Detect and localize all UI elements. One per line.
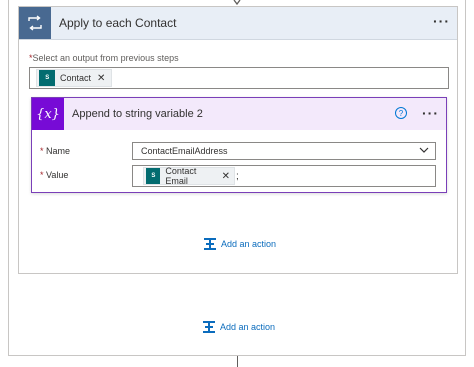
remove-token-close-icon[interactable]: ✕	[97, 73, 105, 84]
variable-name-select[interactable]: ContactEmailAddress	[132, 142, 436, 160]
append-to-string-variable-card: {x} Append to string variable 2 ? ··· * …	[31, 97, 447, 193]
append-variable-title: Append to string variable 2	[72, 108, 203, 120]
variable-name-value: ContactEmailAddress	[141, 146, 228, 156]
help-icon[interactable]: ?	[395, 107, 407, 119]
contact-token: S Contact ✕	[36, 69, 112, 87]
add-action-icon	[203, 321, 215, 333]
name-field-label: * Name	[40, 146, 71, 156]
contact-token-label: Contact	[60, 73, 92, 83]
loop-icon	[19, 7, 51, 39]
select-output-input[interactable]: S Contact ✕	[29, 67, 449, 89]
inner-add-action-label: Add an action	[221, 239, 277, 249]
remove-token-close-icon[interactable]: ✕	[222, 171, 230, 182]
append-more-options-button[interactable]: ···	[422, 105, 439, 121]
variable-icon: {x}	[32, 98, 64, 130]
chevron-down-icon	[419, 147, 429, 153]
outer-add-action-button[interactable]: Add an action	[202, 320, 275, 334]
variable-value-input[interactable]: S Contact Email ✕ ;	[132, 165, 436, 187]
flow-connector-line	[237, 356, 238, 367]
inner-add-action-button[interactable]: Add an action	[203, 237, 276, 251]
apply-to-each-title: Apply to each Contact	[59, 16, 177, 30]
sharepoint-icon: S	[146, 168, 161, 184]
add-action-icon	[204, 238, 216, 250]
select-output-label: *Select an output from previous steps	[29, 53, 179, 63]
value-field-label: * Value	[40, 170, 69, 180]
append-variable-header[interactable]: {x} Append to string variable 2 ? ···	[32, 98, 446, 130]
apply-to-each-header[interactable]: Apply to each Contact ···	[19, 7, 457, 40]
contact-email-token-label: Contact Email	[165, 166, 197, 186]
contact-email-token: S Contact Email ✕	[143, 166, 235, 186]
apply-to-each-card: Apply to each Contact ··· *Select an out…	[18, 6, 458, 274]
apply-more-options-button[interactable]: ···	[433, 13, 450, 29]
sharepoint-icon: S	[39, 70, 55, 86]
value-suffix-text: ;	[236, 171, 239, 182]
outer-add-action-label: Add an action	[220, 322, 276, 332]
